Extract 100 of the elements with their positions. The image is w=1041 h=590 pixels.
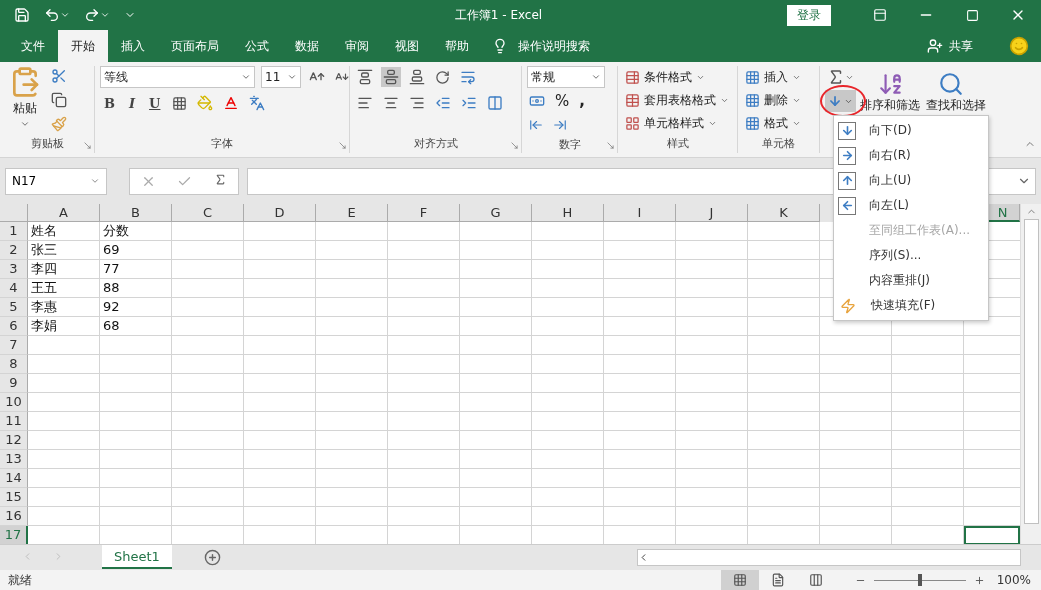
row-header[interactable]: 3	[0, 260, 28, 279]
horizontal-scrollbar[interactable]	[637, 549, 1021, 566]
cells-button[interactable]: 删除	[743, 89, 803, 111]
column-header[interactable]: K	[748, 204, 820, 222]
ribbon-tab[interactable]: 帮助	[432, 30, 482, 62]
font-name-field[interactable]: 等线	[100, 66, 255, 88]
menu-item[interactable]: 向右(R)	[869, 147, 911, 164]
style-button[interactable]: 单元格样式	[623, 112, 731, 134]
ribbon-tab[interactable]: 开始	[58, 30, 108, 62]
undo-icon[interactable]	[44, 7, 70, 23]
ribbon-tab[interactable]: 页面布局	[158, 30, 232, 62]
zoom-thumb[interactable]	[917, 574, 922, 586]
vertical-align-icon[interactable]	[355, 67, 375, 87]
group-label: 对齐方式	[412, 136, 459, 152]
row-header[interactable]: 8	[0, 355, 28, 374]
launcher-icon[interactable]	[606, 141, 615, 150]
cells-button[interactable]: 插入	[743, 66, 803, 88]
cells-button[interactable]: 格式	[743, 112, 803, 134]
caret-icon	[591, 72, 601, 82]
ribbon-tab[interactable]: 文件	[8, 30, 58, 62]
ribbon-tab[interactable]: 插入	[108, 30, 158, 62]
column-header[interactable]: E	[316, 204, 388, 222]
row-header[interactable]: 15	[0, 488, 28, 507]
normal-view-button[interactable]	[720, 570, 759, 590]
row-header[interactable]: 5	[0, 298, 28, 317]
copy-icon[interactable]	[49, 90, 69, 110]
number-format-field[interactable]: 常规	[527, 66, 605, 88]
scroll-thumb[interactable]	[1023, 219, 1039, 524]
find-select-label[interactable]: 查找和选择	[926, 96, 986, 114]
comma-button[interactable]: ,	[577, 90, 587, 112]
menu-item[interactable]: 向左(L)	[869, 197, 910, 214]
merge-icon[interactable]	[485, 93, 505, 113]
ribbon-tab[interactable]: 数据	[282, 30, 332, 62]
row-header[interactable]: 14	[0, 469, 28, 488]
launcher-icon[interactable]	[338, 141, 347, 150]
table-cell-text: 77	[102, 260, 121, 278]
row-header[interactable]: 4	[0, 279, 28, 298]
redo-icon[interactable]	[84, 7, 110, 23]
paste-button[interactable]: 粘贴	[5, 66, 45, 135]
group-label: 样式	[665, 136, 690, 152]
menu-item[interactable]: 向下(D)	[869, 122, 912, 139]
window-title: 工作簿1 - Excel	[453, 6, 544, 24]
column-header[interactable]: D	[244, 204, 316, 222]
column-header[interactable]: C	[172, 204, 244, 222]
style-button[interactable]: 套用表格格式	[623, 89, 731, 111]
sheet-tab[interactable]: Sheet1	[102, 545, 172, 569]
underline-button[interactable]: U	[145, 92, 165, 114]
menu-item[interactable]: 快速填充(F)	[871, 297, 936, 314]
launcher-icon[interactable]	[83, 141, 92, 150]
row-header[interactable]: 12	[0, 431, 28, 450]
row-header[interactable]: 10	[0, 393, 28, 412]
group-label: 数字	[557, 137, 582, 153]
font-size-field[interactable]: 11	[261, 66, 301, 88]
selected-cell[interactable]	[964, 526, 1020, 544]
caret-icon	[241, 72, 251, 82]
save-icon[interactable]	[14, 7, 30, 23]
menu-item[interactable]: 序列(S)...	[869, 247, 922, 264]
column-header[interactable]: H	[532, 204, 604, 222]
zoom-level[interactable]: 100%	[996, 573, 1031, 587]
row-header[interactable]: 13	[0, 450, 28, 469]
column-header[interactable]: G	[460, 204, 532, 222]
row-header[interactable]: 2	[0, 241, 28, 260]
arrow-right-icon	[838, 146, 856, 165]
row-header[interactable]: 16	[0, 507, 28, 526]
column-header[interactable]: J	[676, 204, 748, 222]
ribbon-tab[interactable]: 公式	[232, 30, 282, 62]
tell-me-search[interactable]: 操作说明搜索	[518, 37, 590, 55]
grid-icon	[745, 115, 760, 131]
column-header[interactable]: B	[100, 204, 172, 222]
menu-item[interactable]: 内容重排(J)	[869, 272, 930, 289]
row-header[interactable]: 17	[0, 526, 28, 544]
style-button[interactable]: 条件格式	[623, 66, 731, 88]
name-box[interactable]: N17	[5, 167, 107, 195]
row-header[interactable]: 1	[0, 222, 28, 241]
vertical-align-icon[interactable]	[381, 67, 401, 87]
menu-item[interactable]: 向上(U)	[869, 172, 912, 189]
status-text: 就绪	[8, 571, 32, 589]
row-header[interactable]: 7	[0, 336, 28, 355]
table-cell-text: 李娟	[30, 317, 58, 335]
column-header[interactable]: I	[604, 204, 676, 222]
page-icon	[770, 573, 785, 587]
login-button[interactable]: 登录	[787, 4, 831, 26]
bold-button[interactable]: B	[100, 92, 119, 114]
ribbon-tab[interactable]: 视图	[382, 30, 432, 62]
ribbon-tab[interactable]: 审阅	[332, 30, 382, 62]
table-cell-text: 88	[102, 279, 121, 297]
row-header[interactable]: 9	[0, 374, 28, 393]
fill-button[interactable]	[825, 90, 856, 112]
percent-button[interactable]: %	[553, 90, 572, 112]
column-header[interactable]: A	[28, 204, 100, 222]
vertical-align-icon[interactable]	[407, 67, 427, 87]
table-cell-text: 68	[102, 317, 121, 335]
table-cell-text: 分数	[102, 222, 130, 240]
launcher-icon[interactable]	[510, 141, 519, 150]
row-header[interactable]: 6	[0, 317, 28, 336]
italic-button[interactable]: I	[125, 92, 140, 114]
grid-icon	[745, 92, 760, 108]
row-header[interactable]: 11	[0, 412, 28, 431]
share-link[interactable]: 共享	[949, 37, 973, 55]
column-header[interactable]: F	[388, 204, 460, 222]
